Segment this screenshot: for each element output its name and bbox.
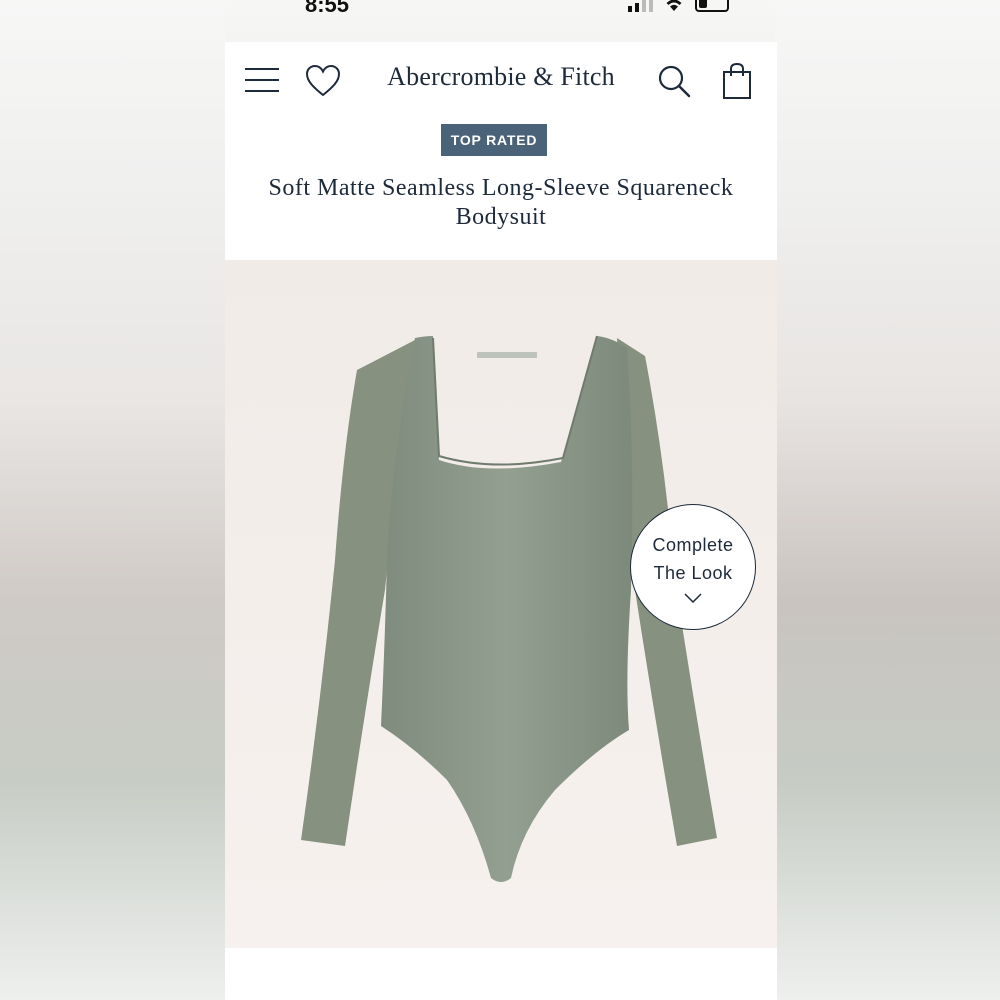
- complete-the-look-button[interactable]: Complete The Look: [630, 504, 756, 630]
- wifi-icon: [666, 0, 682, 11]
- app-screen: Abercrombie & Fitch TOP RATED Soft Matte…: [225, 42, 777, 1000]
- product-image[interactable]: Complete The Look: [225, 260, 777, 948]
- complete-look-line2: The Look: [653, 563, 733, 583]
- battery-icon: [695, 0, 729, 12]
- top-rated-badge: TOP RATED: [441, 124, 547, 156]
- top-navigation: Abercrombie & Fitch: [225, 42, 777, 122]
- status-icons: [628, 0, 729, 12]
- brand-logo[interactable]: Abercrombie & Fitch: [225, 62, 777, 92]
- bag-icon[interactable]: [721, 62, 753, 100]
- status-time: 8:55: [305, 0, 350, 17]
- status-bar: 8:55: [225, 0, 777, 40]
- cellular-signal-icon: [628, 0, 653, 12]
- complete-look-line1: Complete: [652, 535, 734, 555]
- search-icon[interactable]: [657, 64, 691, 98]
- blurred-background-right: [775, 0, 1000, 1000]
- blurred-background-left: [0, 0, 225, 1000]
- chevron-down-icon: [684, 593, 702, 603]
- product-title: Soft Matte Seamless Long-Sleeve Squarene…: [268, 175, 734, 230]
